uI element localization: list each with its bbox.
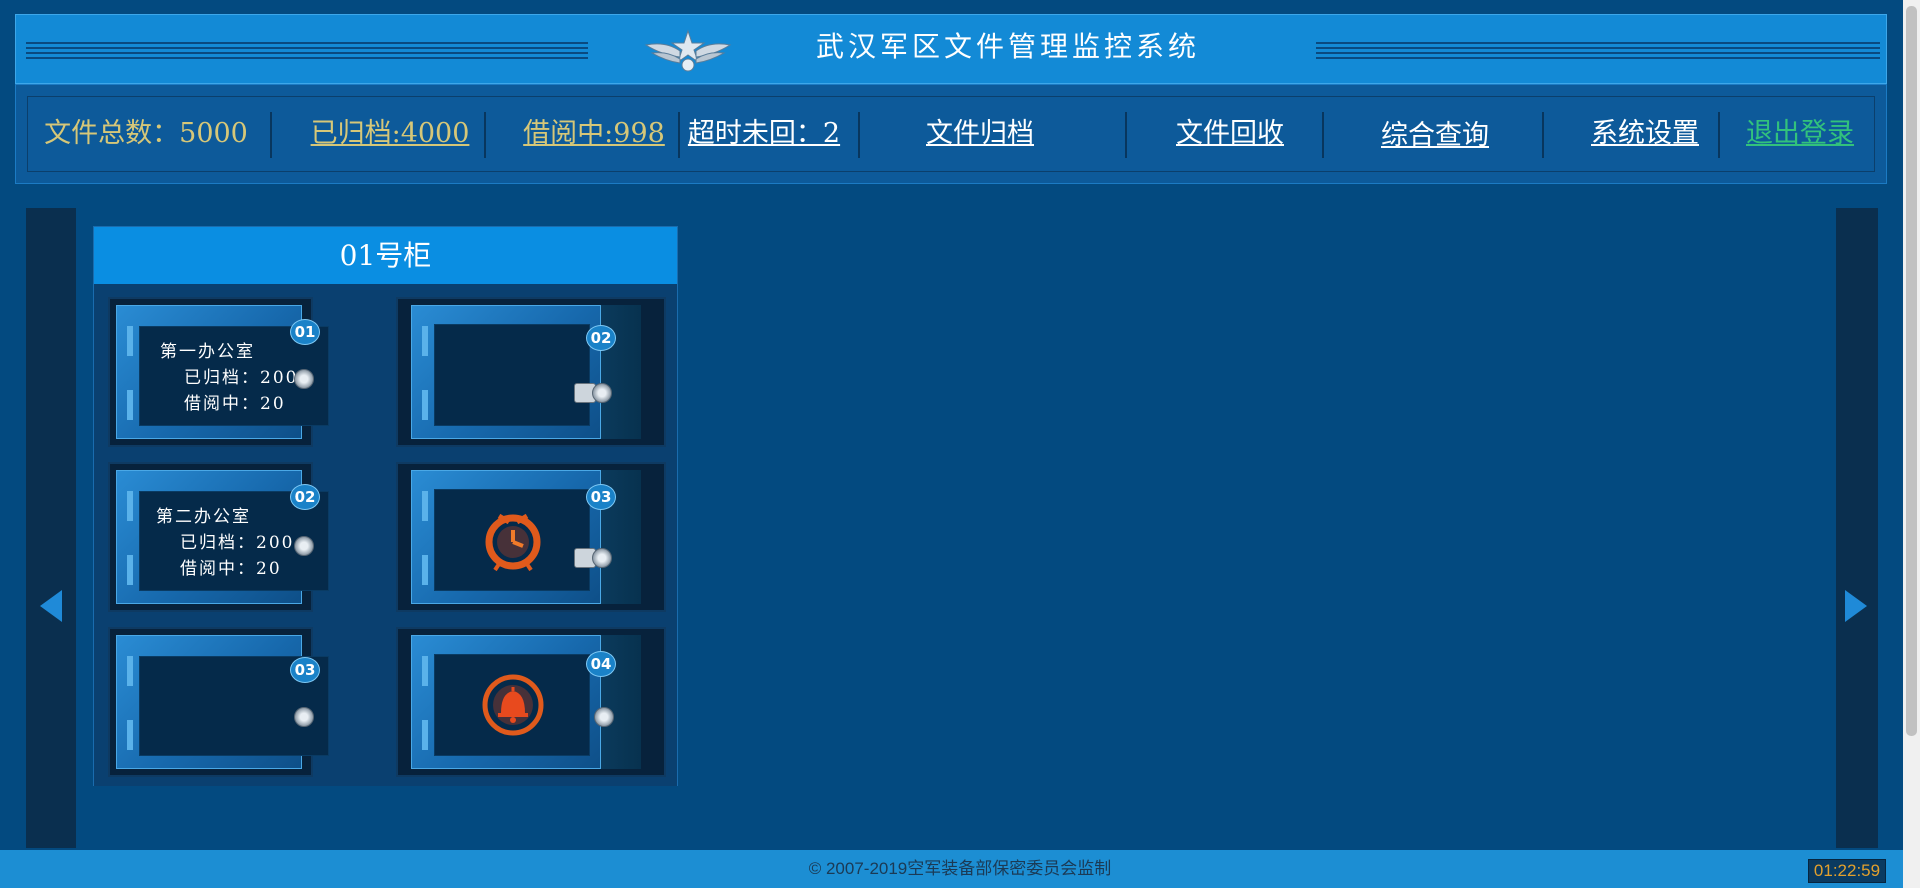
safe-screen [434,324,590,426]
app-title: 武汉军区文件管理监控系统 [816,30,1201,63]
nav-divider [484,112,486,158]
safe-box-closed[interactable]: 03 [108,627,329,777]
safe-number-badge: 03 [586,484,616,510]
hinge [422,491,428,521]
lock-knob-icon [294,707,314,727]
safe-door: 第一办公室 已归档：200 借阅中：20 [116,305,329,439]
safe-number-badge: 02 [290,484,320,510]
nav-system-settings[interactable]: 系统设置 [1565,112,1725,156]
cabinet-body: 第一办公室 已归档：200 借阅中：20 01 02 第二办公室 已归档：200… [94,284,677,786]
right-side-panel [1836,208,1878,848]
stat-archived-link[interactable]: 已归档:4000 [300,112,480,156]
lock-knob-icon [294,536,314,556]
lock-knob-icon [594,707,614,727]
safe-number-badge: 02 [586,325,616,351]
safe-box-closed[interactable]: 第二办公室 已归档：200 借阅中：20 02 [108,462,329,612]
hinge [127,656,133,686]
safe-borrowed-count: 借阅中：20 [184,394,286,414]
stat-total-files: 文件总数：5000 [44,118,248,149]
nav-divider [678,112,680,158]
nav-file-recycle[interactable]: 文件回收 [1150,112,1310,156]
hinge [422,720,428,750]
safe-screen [434,654,590,756]
safe-box-open-overdue[interactable]: 03 [396,462,666,612]
lock-knob-icon [294,369,314,389]
safe-door [411,470,601,604]
scrollbar-thumb[interactable] [1906,6,1917,736]
next-cabinet-arrow-icon[interactable] [1845,590,1867,622]
nav-divider [270,112,272,158]
left-side-panel [26,208,76,848]
safe-number-badge: 03 [290,657,320,683]
safe-door [411,635,601,769]
lock-knob-icon [592,383,612,403]
nav-divider [1718,112,1720,158]
safe-door: 第二办公室 已归档：200 借阅中：20 [116,470,329,604]
cabinet-title: 01号柜 [94,227,677,284]
stat-overdue-link[interactable]: 超时未回：2 [684,112,844,156]
safe-office-name: 第一办公室 [160,342,255,362]
nav-file-archive[interactable]: 文件归档 [900,112,1060,156]
alarm-clock-icon [485,513,541,572]
safe-archived-count: 已归档：200 [184,368,299,388]
hinge [127,326,133,356]
hinge [127,390,133,420]
cabinet-panel: 01号柜 第一办公室 已归档：200 借阅中：20 01 02 第二办公室 已归… [93,226,678,786]
safe-office-name: 第二办公室 [156,507,251,527]
header-decoration-left [26,42,588,60]
previous-cabinet-arrow-icon[interactable] [40,590,62,622]
alarm-bell-icon [482,674,544,736]
clock-display: 01:22:59 [1808,859,1886,883]
hinge [422,326,428,356]
hinge [127,555,133,585]
hinge [422,555,428,585]
footer-copyright: © 2007-2019空军装备部保密委员会监制 [0,850,1920,888]
safe-archived-count: 已归档：200 [180,533,295,553]
safe-door [411,305,601,439]
safe-number-badge: 01 [290,319,320,345]
safe-box-open-alarm[interactable]: 04 [396,627,666,777]
nav-divider [1125,112,1127,158]
vertical-scrollbar[interactable] [1903,0,1920,888]
safe-box-closed[interactable]: 第一办公室 已归档：200 借阅中：20 01 [108,297,329,447]
nav-divider [1322,112,1324,158]
air-force-wings-emblem-icon [644,29,732,72]
hinge [127,720,133,750]
app-header: 武汉军区文件管理监控系统 [15,14,1887,84]
stat-borrowed-link[interactable]: 借阅中:998 [514,112,674,156]
header-decoration-right [1316,42,1880,60]
nav-comprehensive-query[interactable]: 综合查询 [1355,114,1515,158]
nav-divider [1542,112,1544,158]
safe-door [116,635,329,769]
hinge [127,491,133,521]
safe-screen [434,489,590,591]
lock-knob-icon [592,548,612,568]
safe-borrowed-count: 借阅中：20 [180,559,282,579]
safe-number-badge: 04 [586,651,616,677]
nav-divider [858,112,860,158]
safe-box-open[interactable]: 02 [396,297,666,447]
hinge [422,656,428,686]
logout-link[interactable]: 退出登录 [1725,112,1875,156]
hinge [422,390,428,420]
